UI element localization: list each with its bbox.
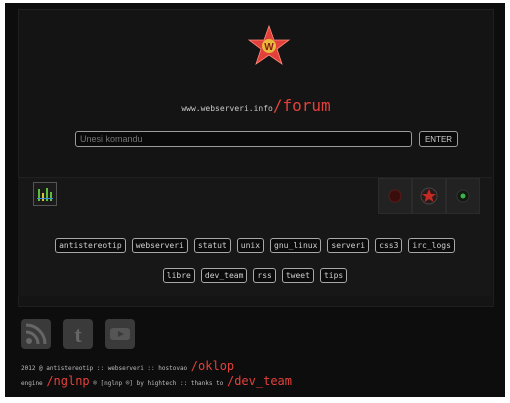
- tag-serveri[interactable]: serveri: [327, 238, 370, 253]
- forum-link[interactable]: /forum: [273, 96, 331, 115]
- credit-line-1-text: 2012 @ antistereotip :: webserveri :: ho…: [21, 365, 188, 372]
- nglnp-link[interactable]: /nglnp: [46, 374, 89, 388]
- tag-webserveri[interactable]: webserveri: [131, 238, 188, 253]
- theme-star-icon[interactable]: [412, 178, 446, 214]
- tag-row-2: libre dev_team rss tweet tips: [18, 268, 492, 283]
- page-frame: W www.webserveri.info/forum ENTER: [5, 3, 505, 397]
- tag-gnu-linux[interactable]: gnu_linux: [270, 238, 322, 253]
- twitter-icon[interactable]: t: [63, 319, 93, 349]
- tag-tips[interactable]: tips: [319, 268, 348, 283]
- tags-panel: antistereotip webserveri statut unix gnu…: [18, 177, 492, 296]
- tag-rss[interactable]: rss: [253, 268, 276, 283]
- site-title: www.webserveri.info/forum: [19, 96, 493, 115]
- theme-green-dot-icon[interactable]: [446, 178, 480, 214]
- command-input[interactable]: [75, 131, 412, 147]
- tag-row-1: antistereotip webserveri statut unix gnu…: [18, 238, 492, 253]
- site-url[interactable]: www.webserveri.info: [181, 104, 273, 113]
- credit-line-2: engine /nglnp ® [nglnp ®] by hightech ::…: [21, 374, 292, 388]
- credit-line-1: 2012 @ antistereotip :: webserveri :: ho…: [21, 359, 234, 373]
- enter-button[interactable]: ENTER: [419, 131, 458, 147]
- star-logo-icon[interactable]: W: [247, 24, 291, 68]
- tag-libre[interactable]: libre: [162, 268, 195, 283]
- theme-red-dot-icon[interactable]: [378, 178, 412, 214]
- tag-antistereotip[interactable]: antistereotip: [55, 238, 126, 253]
- equalizer-icon[interactable]: [33, 182, 57, 206]
- dev-team-link[interactable]: /dev_team: [227, 374, 292, 388]
- tag-css3[interactable]: css3: [375, 238, 403, 253]
- tag-statut[interactable]: statut: [193, 238, 231, 253]
- credit-line-2-text: ® [nglnp ®] by hightech :: thanks to: [93, 380, 224, 387]
- tag-dev-team[interactable]: dev_team: [200, 268, 248, 283]
- oklop-link[interactable]: /oklop: [191, 359, 234, 373]
- engine-label: engine: [21, 380, 43, 387]
- tag-irc-logs[interactable]: irc_logs: [408, 238, 455, 253]
- footer: t 2012 @ antistereotip :: webserveri :: …: [5, 311, 505, 397]
- theme-switcher: [378, 178, 480, 214]
- svg-text:t: t: [74, 322, 82, 347]
- svg-text:W: W: [264, 42, 274, 53]
- tag-unix[interactable]: unix: [236, 238, 265, 253]
- tag-tweet[interactable]: tweet: [281, 268, 314, 283]
- youtube-icon[interactable]: [105, 319, 135, 349]
- rss-icon[interactable]: [21, 319, 51, 349]
